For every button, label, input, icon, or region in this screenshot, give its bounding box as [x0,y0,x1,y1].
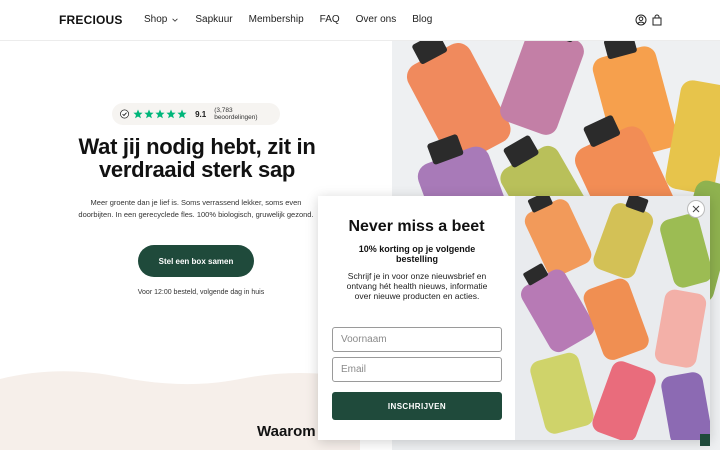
user-icon[interactable] [635,14,647,26]
popup-bottles-image [515,196,710,440]
popup-subtitle: 10% korting op je volgende bestelling [358,244,476,264]
brand-logo[interactable]: FRECIOUS [59,13,123,27]
nav-label: Shop [144,14,168,25]
close-icon [692,205,700,213]
star-icon [144,109,154,119]
rating-badge[interactable]: 9.1 (3,783 beoordelingen) [112,103,280,125]
nav-item-sapkuur[interactable]: Sapkuur [195,14,232,25]
star-icon [177,109,187,119]
nav-item-membership[interactable]: Membership [249,14,304,25]
star-icon [133,109,143,119]
popup-body: Schrijf je in voor onze nieuwsbrief en o… [346,271,488,301]
rating-stars [133,109,187,119]
first-name-field[interactable] [332,327,502,352]
build-box-button[interactable]: Stel een box samen [138,245,254,277]
chevron-down-icon [172,18,179,22]
site-header: FRECIOUS Shop Sapkuur Membership FAQ Ove… [0,0,720,41]
popup-form-panel: Never miss a beet 10% korting op je volg… [318,196,515,440]
rating-count: (3,783 beoordelingen) [214,107,258,121]
hero-subtext: Meer groente dan je lief is. Soms verras… [78,198,314,219]
nav-item-faq[interactable]: FAQ [320,14,340,25]
main-nav: Shop Sapkuur Membership FAQ Over ons Blo… [144,14,448,25]
cart-icon[interactable] [651,14,663,26]
close-popup-button[interactable] [687,200,705,218]
popup-title: Never miss a beet [348,218,485,235]
verified-check-icon [120,109,129,119]
hero-headline: Wat jij nodig hebt, zit in verdraaid ste… [78,134,316,182]
subscribe-button[interactable]: INSCHRIJVEN [332,392,502,420]
email-field[interactable] [332,357,502,382]
star-icon [166,109,176,119]
star-icon [155,109,165,119]
newsletter-popup: Never miss a beet 10% korting op je volg… [318,196,710,440]
nav-item-shop[interactable]: Shop [144,14,179,25]
nav-item-blog[interactable]: Blog [412,14,432,25]
delivery-note: Voor 12:00 besteld, volgende dag in huis [137,289,265,296]
chat-widget-tab[interactable] [700,434,710,446]
rating-score: 9.1 [195,109,207,119]
nav-item-over-ons[interactable]: Over ons [356,14,397,25]
